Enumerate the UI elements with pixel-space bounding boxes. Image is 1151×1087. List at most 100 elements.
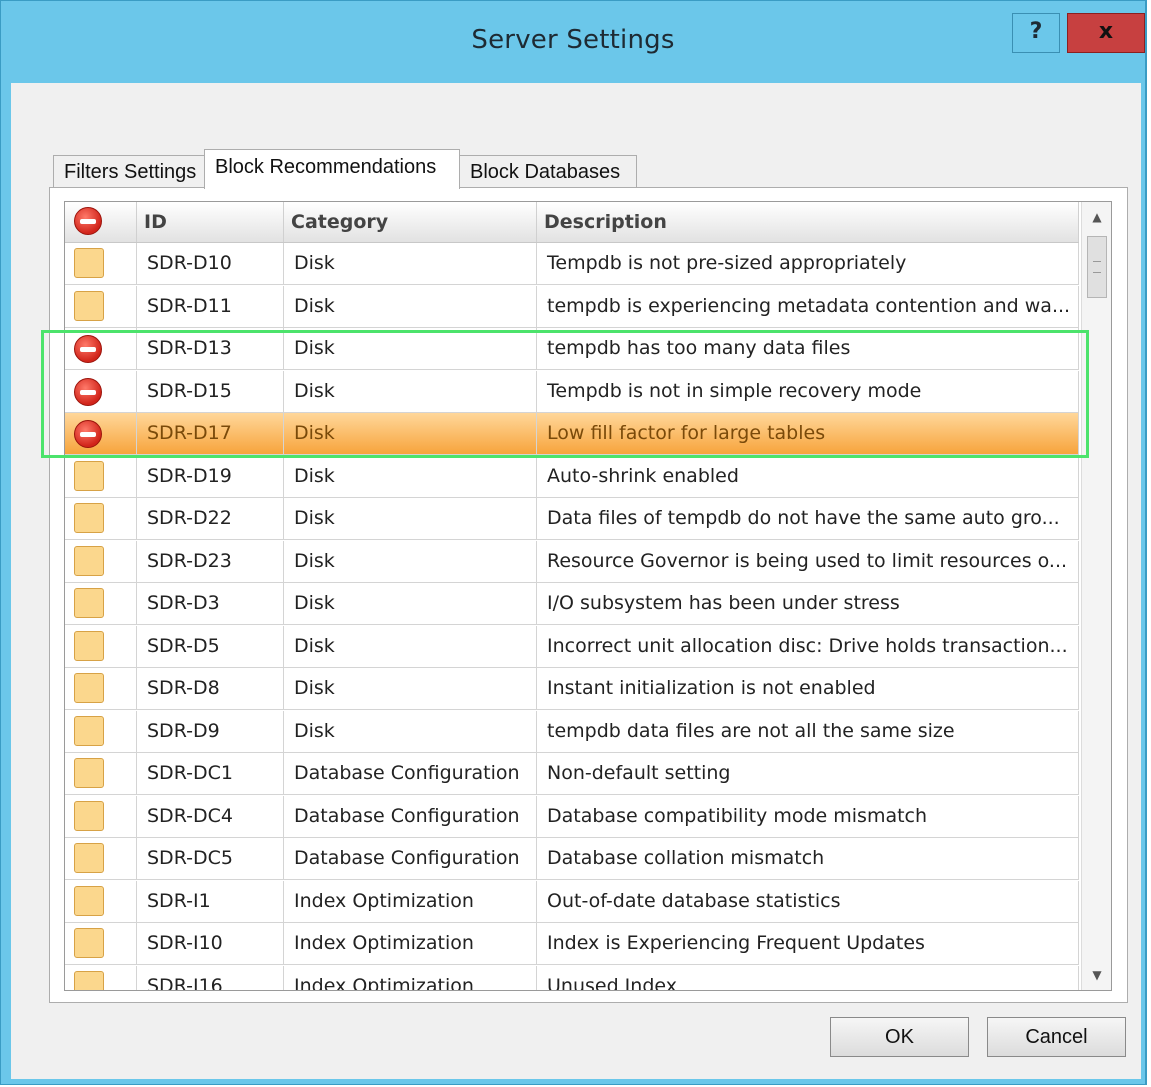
id-cell: SDR-D11 [137,285,284,327]
description-cell: Non-default setting [537,753,1079,794]
scroll-down-arrow-icon[interactable]: ▼ [1082,960,1111,990]
block-cell[interactable] [65,965,137,990]
block-icon[interactable] [74,377,102,406]
id-cell: SDR-D15 [137,370,284,412]
table-row[interactable]: SDR-D3 Disk I/O subsystem has been under s… [65,583,1079,625]
table-row[interactable]: SDR-I16 Index Optimization Unused Index [65,965,1079,990]
table-row[interactable]: SDR-D9 Disk tempdb data files are not all … [65,710,1079,753]
category-cell: Disk [284,455,537,497]
scrollbar-thumb[interactable] [1087,236,1107,298]
unblocked-square-icon[interactable] [74,715,104,746]
vertical-scrollbar[interactable]: ▲ ▼ [1081,202,1111,990]
grid-header: ID Category Description [65,202,1079,243]
table-row[interactable]: SDR-I1 Index Optimization Out-of-date data… [65,880,1079,923]
category-cell: Disk [284,540,537,582]
description-cell: I/O subsystem has been under stress [537,583,1079,624]
table-row[interactable]: SDR-DC1 Database Configuration Non-default… [65,753,1079,795]
description-cell: Resource Governor is being used to limit… [537,540,1079,582]
block-icon [74,207,102,235]
category-cell: Disk [284,413,537,454]
table-row[interactable]: SDR-D8 Disk Instant initialization is not … [65,668,1079,710]
unblocked-square-icon[interactable] [74,928,104,958]
unblocked-square-icon[interactable] [74,545,104,576]
unblocked-square-icon[interactable] [74,970,104,990]
block-cell[interactable] [65,880,137,922]
unblocked-square-icon[interactable] [74,673,104,703]
title-bar[interactable]: Server Settings ? x [1,1,1145,83]
unblocked-square-icon[interactable] [74,843,104,873]
block-cell[interactable] [65,795,137,837]
id-cell: SDR-DC4 [137,795,284,837]
table-row[interactable]: SDR-D10 Disk Tempdb is not pre-sized appro… [65,243,1079,285]
id-cell: SDR-I1 [137,880,284,922]
block-cell[interactable] [65,625,137,667]
block-cell[interactable] [65,923,137,964]
close-button[interactable]: x [1067,13,1145,53]
tab-block-databases[interactable]: Block Databases [459,155,637,189]
block-cell[interactable] [65,583,137,624]
block-cell[interactable] [65,455,137,497]
table-row[interactable]: SDR-D15 Disk Tempdb is not in simple recov… [65,370,1079,413]
category-cell: Disk [284,328,537,369]
table-row[interactable]: SDR-D13 Disk tempdb has too many data file… [65,328,1079,370]
id-cell: SDR-D10 [137,243,284,284]
block-cell[interactable] [65,243,137,284]
description-cell: Unused Index [537,965,1079,990]
unblocked-square-icon[interactable] [74,248,104,278]
unblocked-square-icon[interactable] [74,588,104,618]
block-cell[interactable] [65,753,137,794]
header-id[interactable]: ID [137,202,284,242]
unblocked-square-icon[interactable] [74,885,104,916]
tab-filters-settings[interactable]: Filters Settings [53,155,205,189]
block-cell[interactable] [65,370,137,412]
block-cell[interactable] [65,413,137,454]
table-row[interactable]: SDR-D11 Disk tempdb is experiencing metada… [65,285,1079,328]
ok-button[interactable]: OK [830,1017,969,1057]
description-cell: Auto-shrink enabled [537,455,1079,497]
table-row[interactable]: SDR-D22 Disk Data files of tempdb do not h… [65,498,1079,540]
table-row[interactable]: SDR-DC4 Database Configuration Database co… [65,795,1079,838]
header-block-column[interactable] [65,202,137,242]
table-row[interactable]: SDR-D5 Disk Incorrect unit allocation disc… [65,625,1079,668]
recommendations-grid[interactable]: ID Category Description SDR-D10 Disk Tempd… [64,201,1112,991]
unblocked-square-icon[interactable] [74,630,104,661]
scroll-up-arrow-icon[interactable]: ▲ [1082,202,1111,232]
unblocked-square-icon[interactable] [74,503,104,533]
id-cell: SDR-D9 [137,710,284,752]
block-cell[interactable] [65,710,137,752]
block-cell[interactable] [65,838,137,879]
block-icon[interactable] [74,335,102,363]
header-description[interactable]: Description [537,202,1079,242]
table-row[interactable]: SDR-I10 Index Optimization Index is Experi… [65,923,1079,965]
block-cell[interactable] [65,540,137,582]
table-row[interactable]: SDR-D19 Disk Auto-shrink enabled [65,455,1079,498]
unblocked-square-icon[interactable] [74,290,104,321]
block-cell[interactable] [65,285,137,327]
description-cell: tempdb data files are not all the same s… [537,710,1079,752]
unblocked-square-icon[interactable] [74,758,104,788]
block-icon[interactable] [74,420,102,448]
table-row[interactable]: SDR-DC5 Database Configuration Database co… [65,838,1079,880]
id-cell: SDR-D19 [137,455,284,497]
block-cell[interactable] [65,668,137,709]
block-cell[interactable] [65,328,137,369]
description-cell: tempdb has too many data files [537,328,1079,369]
cancel-button[interactable]: Cancel [987,1017,1126,1057]
description-cell: Out-of-date database statistics [537,880,1079,922]
description-cell: Data files of tempdb do not have the sam… [537,498,1079,539]
header-category[interactable]: Category [284,202,537,242]
table-row[interactable]: SDR-D23 Disk Resource Governor is being us… [65,540,1079,583]
category-cell: Index Optimization [284,880,537,922]
description-cell: Database compatibility mode mismatch [537,795,1079,837]
tab-block-recommendations[interactable]: Block Recommendations [204,149,460,189]
category-cell: Database Configuration [284,838,537,879]
description-cell: Database collation mismatch [537,838,1079,879]
help-button[interactable]: ? [1012,13,1060,53]
unblocked-square-icon[interactable] [74,800,104,831]
window-title: Server Settings [471,25,675,55]
table-row[interactable]: SDR-D17 Disk Low fill factor for large tab… [65,413,1079,455]
unblocked-square-icon[interactable] [74,460,104,491]
category-cell: Index Optimization [284,965,537,990]
category-cell: Index Optimization [284,923,537,964]
block-cell[interactable] [65,498,137,539]
